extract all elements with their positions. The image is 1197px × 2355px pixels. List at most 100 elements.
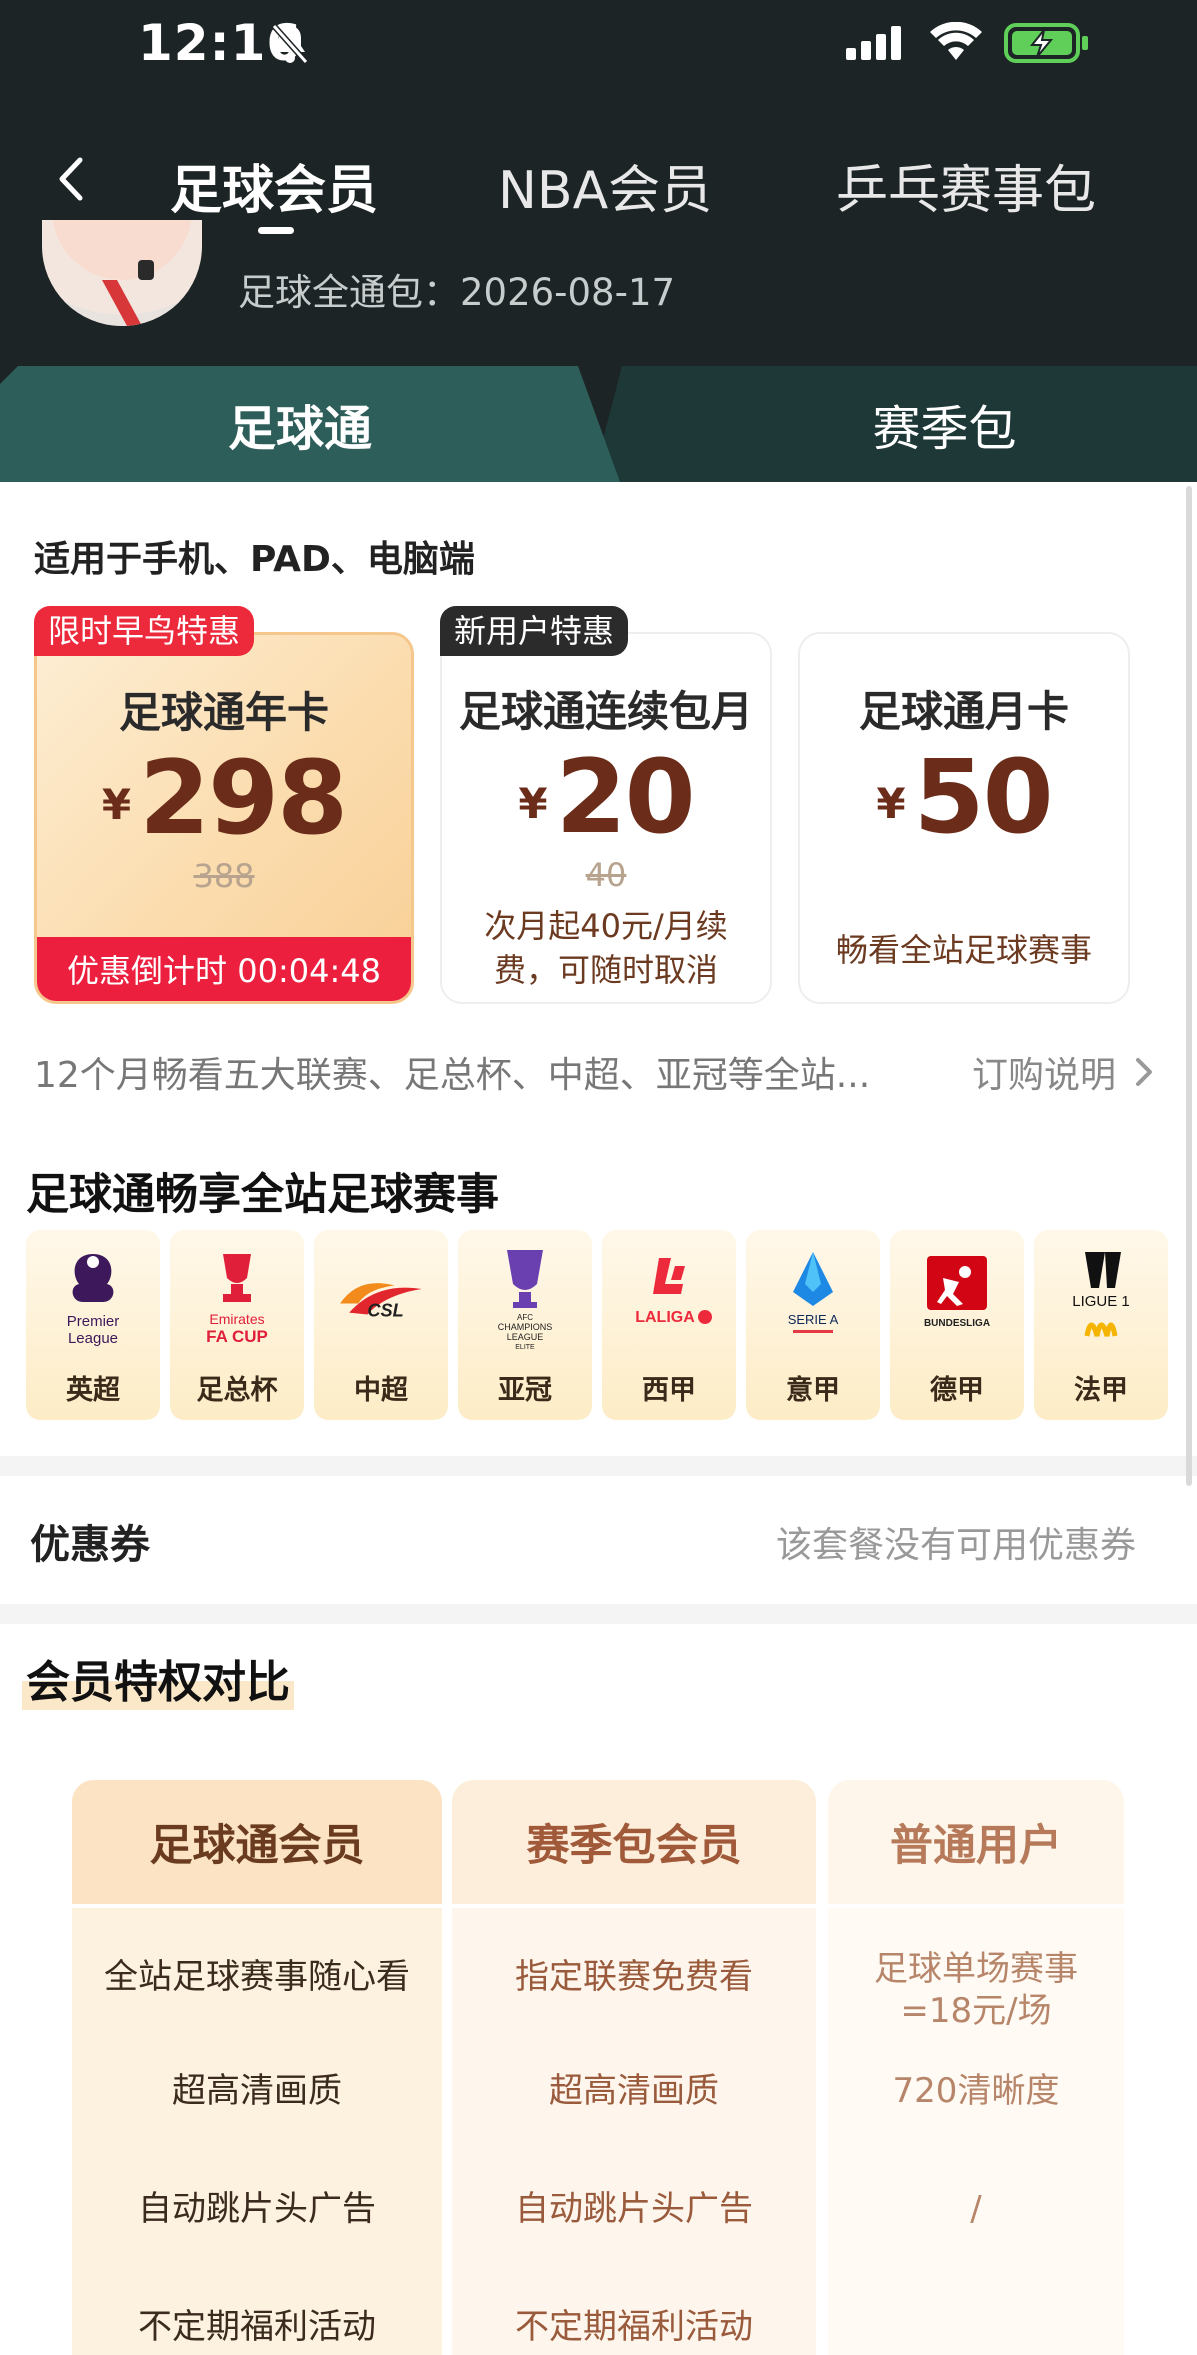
plan-description: 次月起40元/月续费，可随时取消 xyxy=(484,907,728,989)
plan-card-monthly[interactable]: 足球通月卡 ¥50 畅看全站足球赛事 xyxy=(798,632,1130,1004)
league-item-ligue-1[interactable]: LIGUE 1 法甲 xyxy=(1034,1230,1168,1420)
svg-text:LEAGUE: LEAGUE xyxy=(507,1332,544,1342)
price-value: 298 xyxy=(139,739,348,858)
benefit-cell: 全站足球赛事随心看 xyxy=(104,1957,410,1997)
devices-note: 适用于手机、PAD、电脑端 xyxy=(34,539,475,580)
membership-expiry: 足球全通包：2026-08-17 xyxy=(238,271,676,314)
plan-price: ¥50 xyxy=(800,738,1128,857)
discount-countdown: 优惠倒计时 00:04:48 xyxy=(37,937,411,1001)
plan-card-annual[interactable]: 足球通年卡 ¥298 388 优惠倒计时 00:04:48 xyxy=(34,632,414,1004)
svg-text:CSL: CSL xyxy=(367,1300,403,1320)
league-name: 意甲 xyxy=(786,1375,840,1406)
coupon-label: 优惠券 xyxy=(30,1522,150,1568)
wifi-icon xyxy=(930,21,982,66)
plan-badge-new-user: 新用户特惠 xyxy=(440,606,629,656)
league-item-csl[interactable]: CSL 中超 xyxy=(314,1230,448,1420)
laliga-logo: LALIGA xyxy=(619,1244,719,1354)
plan-price: ¥20 xyxy=(442,738,770,857)
tab-football-pass-label: 足球通 xyxy=(227,401,372,457)
scrollbar[interactable] xyxy=(1186,486,1192,1486)
bell-muted-icon xyxy=(270,22,310,70)
plan-description: 畅看全站足球赛事 xyxy=(835,931,1092,969)
comparison-column-season-pack: 赛季包会员 指定联赛免费看 超高清画质 自动跳片头广告 不定期福利活动 xyxy=(452,1780,816,2355)
tab-table-tennis-pack[interactable]: 乒乓赛事包 xyxy=(836,148,1096,223)
svg-text:LALIGA: LALIGA xyxy=(635,1309,695,1326)
chevron-right-icon[interactable] xyxy=(1134,1056,1156,1092)
tab-nba-member[interactable]: NBA会员 xyxy=(498,148,712,223)
benefit-cell: 指定联赛免费看 xyxy=(515,1957,753,1997)
fa-cup-logo: Emirates FA CUP xyxy=(187,1244,287,1354)
benefit-cell: 自动跳片头广告 xyxy=(515,2189,753,2229)
avatar[interactable] xyxy=(42,220,202,326)
svg-text:AFC: AFC xyxy=(517,1313,533,1322)
csl-logo: CSL xyxy=(331,1244,431,1354)
original-price: 40 xyxy=(585,856,627,894)
benefit-cell: 足球单场赛事=18元/场 xyxy=(874,1949,1078,2031)
svg-text:BUNDESLIGA: BUNDESLIGA xyxy=(924,1318,990,1329)
svg-text:Emirates: Emirates xyxy=(209,1311,264,1327)
purchase-note-link[interactable]: 订购说明 xyxy=(972,1046,1116,1098)
bundesliga-logo: BUNDESLIGA xyxy=(907,1244,1007,1354)
status-bar: 12:16 xyxy=(0,0,1197,90)
column-header: 足球通会员 xyxy=(72,1780,442,1908)
package-tabs: 赛季包 足球通 xyxy=(0,366,1197,482)
league-name: 亚冠 xyxy=(498,1375,552,1406)
league-name: 法甲 xyxy=(1074,1375,1128,1406)
premier-league-logo: Premier League xyxy=(43,1244,143,1354)
plan-price: ¥298 xyxy=(37,739,411,858)
plan-name: 足球通年卡 xyxy=(118,688,329,737)
active-tab-indicator xyxy=(258,227,294,234)
league-name: 德甲 xyxy=(930,1375,984,1406)
league-item-afc-champions-league[interactable]: AFC CHAMPIONS LEAGUE ELITE 亚冠 xyxy=(458,1230,592,1420)
league-item-serie-a[interactable]: SERIE A 意甲 xyxy=(746,1230,880,1420)
comparison-column-football-pass: 足球通会员 全站足球赛事随心看 超高清画质 自动跳片头广告 不定期福利活动 xyxy=(72,1780,442,2355)
comparison-title: 会员特权对比 xyxy=(22,1646,294,1710)
benefit-cell: / xyxy=(970,2189,982,2229)
benefit-cell: 不定期福利活动 xyxy=(138,2307,376,2347)
benefit-cell: 超高清画质 xyxy=(549,2071,719,2111)
league-item-premier-league[interactable]: Premier League 英超 xyxy=(26,1230,160,1420)
svg-text:CHAMPIONS: CHAMPIONS xyxy=(498,1322,553,1332)
column-header: 赛季包会员 xyxy=(452,1780,816,1908)
header: 12:16 足球会员 NBA会员 乒乓赛事包 足球全通包：2026-08-17 … xyxy=(0,0,1197,482)
league-name: 中超 xyxy=(354,1375,408,1406)
svg-text:Premier: Premier xyxy=(67,1313,120,1330)
league-item-bundesliga[interactable]: BUNDESLIGA 德甲 xyxy=(890,1230,1024,1420)
tab-football-pass[interactable]: 足球通 xyxy=(0,366,620,482)
tab-season-pack[interactable]: 赛季包 xyxy=(592,366,1197,482)
benefit-cell: 720清晰度 xyxy=(892,2071,1060,2111)
benefit-cell: 自动跳片头广告 xyxy=(138,2189,376,2229)
battery-charging-icon xyxy=(1004,22,1090,68)
leagues-title: 足球通畅享全站足球赛事 xyxy=(26,1170,499,1220)
league-name: 足总杯 xyxy=(196,1375,278,1406)
coupon-value[interactable]: 该套餐没有可用优惠券 xyxy=(776,1516,1136,1568)
svg-text:SERIE A: SERIE A xyxy=(788,1312,839,1327)
section-divider xyxy=(0,1456,1197,1476)
league-item-fa-cup[interactable]: Emirates FA CUP 足总杯 xyxy=(170,1230,304,1420)
currency-symbol: ¥ xyxy=(518,779,548,828)
svg-text:ELITE: ELITE xyxy=(515,1344,535,1351)
league-name: 西甲 xyxy=(642,1375,696,1406)
section-divider xyxy=(0,1604,1197,1624)
tab-football-member[interactable]: 足球会员 xyxy=(170,148,378,223)
plan-summary: 12个月畅看五大联赛、足总杯、中超、亚冠等全站... xyxy=(34,1055,871,1096)
svg-text:League: League xyxy=(68,1330,118,1347)
plan-name: 足球通月卡 xyxy=(858,687,1069,736)
original-price: 388 xyxy=(193,857,255,895)
price-value: 20 xyxy=(555,738,696,857)
svg-text:FA CUP: FA CUP xyxy=(206,1327,268,1346)
afc-champions-league-logo: AFC CHAMPIONS LEAGUE ELITE xyxy=(475,1244,575,1354)
benefit-cell: 超高清画质 xyxy=(172,2071,342,2111)
svg-text:LIGUE 1: LIGUE 1 xyxy=(1072,1293,1130,1310)
price-value: 50 xyxy=(913,738,1054,857)
plan-name: 足球通连续包月 xyxy=(458,687,753,736)
league-name: 英超 xyxy=(66,1375,120,1406)
serie-a-logo: SERIE A xyxy=(763,1244,863,1354)
currency-symbol: ¥ xyxy=(876,779,906,828)
league-item-laliga[interactable]: LALIGA 西甲 xyxy=(602,1230,736,1420)
tab-season-pack-label: 赛季包 xyxy=(872,401,1017,457)
benefit-cell: 不定期福利活动 xyxy=(515,2307,753,2347)
top-nav: 足球会员 NBA会员 乒乓赛事包 xyxy=(0,140,1197,234)
back-icon[interactable] xyxy=(50,154,98,204)
plan-card-auto-renew[interactable]: 足球通连续包月 ¥20 40 次月起40元/月续费，可随时取消 xyxy=(440,632,772,1004)
